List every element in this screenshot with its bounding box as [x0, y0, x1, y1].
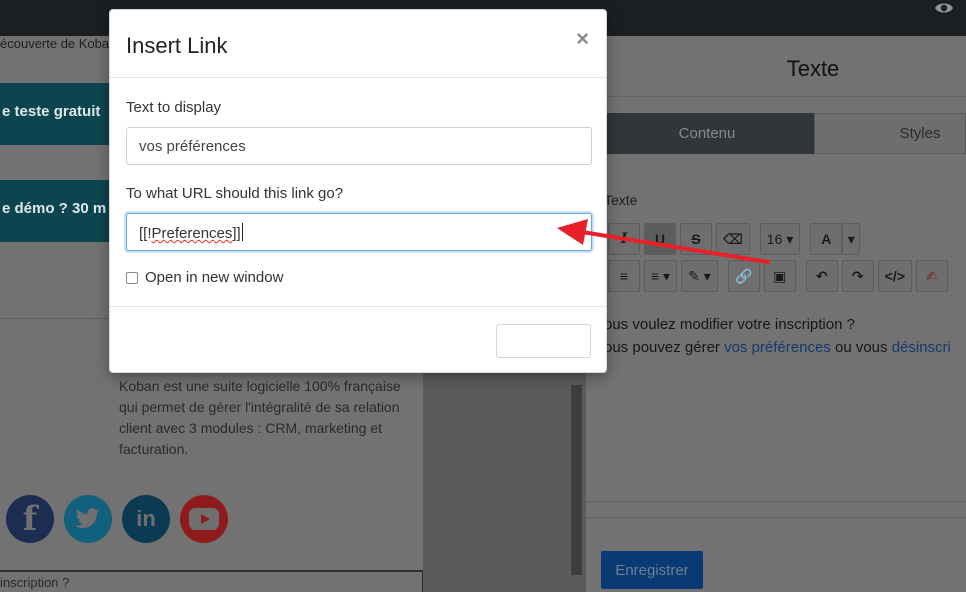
code-view-icon[interactable]: </> [877, 260, 912, 292]
panel-title: Texte [786, 56, 840, 81]
panel-tabs: Contenu Styles [586, 113, 966, 154]
signature-icon[interactable]: ✍ [916, 260, 948, 292]
dialog-body: Text to display To what URL should this … [110, 78, 606, 307]
chevron-down-icon[interactable]: ▾ [842, 223, 861, 255]
facebook-glyph: f [22, 499, 38, 539]
editor-line-2: ous pouvez gérer vos préférences ou vous… [604, 336, 951, 359]
underline-button[interactable]: U [644, 223, 676, 255]
url-prefix: [[! [139, 225, 152, 242]
preview-scrollbar[interactable] [571, 385, 582, 575]
insert-link-button[interactable] [496, 324, 591, 358]
new-window-checkbox[interactable] [126, 271, 138, 284]
new-window-option[interactable]: Open in new window [126, 269, 283, 286]
section-label: Texte [604, 192, 638, 208]
editor-panel: Texte Contenu Styles Texte B I U S ⌫ 16 … [572, 36, 966, 592]
cta-button-demo[interactable]: e démo ? 30 m [0, 180, 120, 242]
ordered-list-icon[interactable]: ≡ [608, 260, 640, 292]
youtube-icon[interactable] [180, 495, 228, 543]
unsubscribe-link[interactable]: désinscri [892, 339, 951, 356]
link-icon[interactable]: 🔗 [727, 260, 760, 292]
url-suffix: ]] [232, 225, 241, 242]
tab-styles[interactable]: Styles [814, 113, 966, 154]
dialog-title: Insert Link [126, 33, 228, 58]
font-size-dropdown[interactable]: 16 ▾ [759, 223, 801, 255]
url-word: Preferences [151, 225, 233, 242]
strikethrough-button[interactable]: S [680, 223, 712, 255]
redo-icon[interactable]: ↷ [841, 260, 874, 292]
text-caret [241, 223, 243, 241]
close-icon[interactable]: × [576, 28, 589, 50]
preferences-link[interactable]: vos préférences [724, 339, 831, 356]
linkedin-glyph: in [136, 506, 156, 531]
twitter-bird-icon [75, 508, 100, 529]
save-button[interactable]: Enregistrer [601, 551, 703, 589]
footer-unsubscribe-box: inscription ? [0, 570, 423, 592]
editor-toolbar-row-2: ☰ ≡ ≡ ▾ ✎ ▾ 🔗 ▣ ↶ ↷ </> ✍ [572, 260, 948, 292]
dialog-header: Insert Link × [110, 10, 606, 78]
italic-button[interactable]: I [608, 223, 640, 255]
divider [586, 501, 966, 502]
url-label: To what URL should this link go? [126, 185, 344, 202]
cta-button-trial[interactable]: e teste gratuit [0, 83, 120, 145]
twitter-icon[interactable] [64, 495, 112, 543]
editor-text-segment: ous pouvez gérer [604, 339, 725, 356]
divider [586, 517, 966, 518]
eraser-icon[interactable]: ⌫ [716, 223, 750, 255]
preview-heading-text: écouverte de Koban [0, 36, 117, 51]
linkedin-icon[interactable]: in [122, 495, 170, 543]
url-input-value: [[!Preferences]] [139, 223, 243, 242]
editor-content[interactable]: ous voulez modifier votre inscription ? … [604, 313, 951, 359]
footer-text: inscription ? [0, 575, 70, 590]
youtube-play-icon [189, 508, 219, 530]
tab-contenu[interactable]: Contenu [586, 113, 814, 154]
new-window-label: Open in new window [145, 269, 284, 286]
text-to-display-input[interactable] [126, 127, 592, 165]
editor-text-segment: ou vous [830, 339, 892, 356]
facebook-icon[interactable]: f [6, 495, 54, 543]
image-icon[interactable]: ▣ [763, 260, 796, 292]
editor-line-1: ous voulez modifier votre inscription ? [604, 316, 855, 333]
text-to-display-label: Text to display [126, 99, 222, 116]
text-color-button[interactable]: A [810, 223, 843, 255]
magic-wand-icon[interactable]: ✎ ▾ [681, 260, 718, 292]
company-description: Koban est une suite logicielle 100% fran… [119, 378, 401, 457]
eye-icon[interactable] [934, 0, 954, 16]
undo-icon[interactable]: ↶ [805, 260, 838, 292]
divider [586, 96, 966, 97]
insert-link-dialog: Insert Link × Text to display To what UR… [109, 9, 607, 373]
editor-toolbar-row-1: B I U S ⌫ 16 ▾ A ▾ [572, 223, 861, 255]
align-dropdown-icon[interactable]: ≡ ▾ [644, 260, 678, 292]
